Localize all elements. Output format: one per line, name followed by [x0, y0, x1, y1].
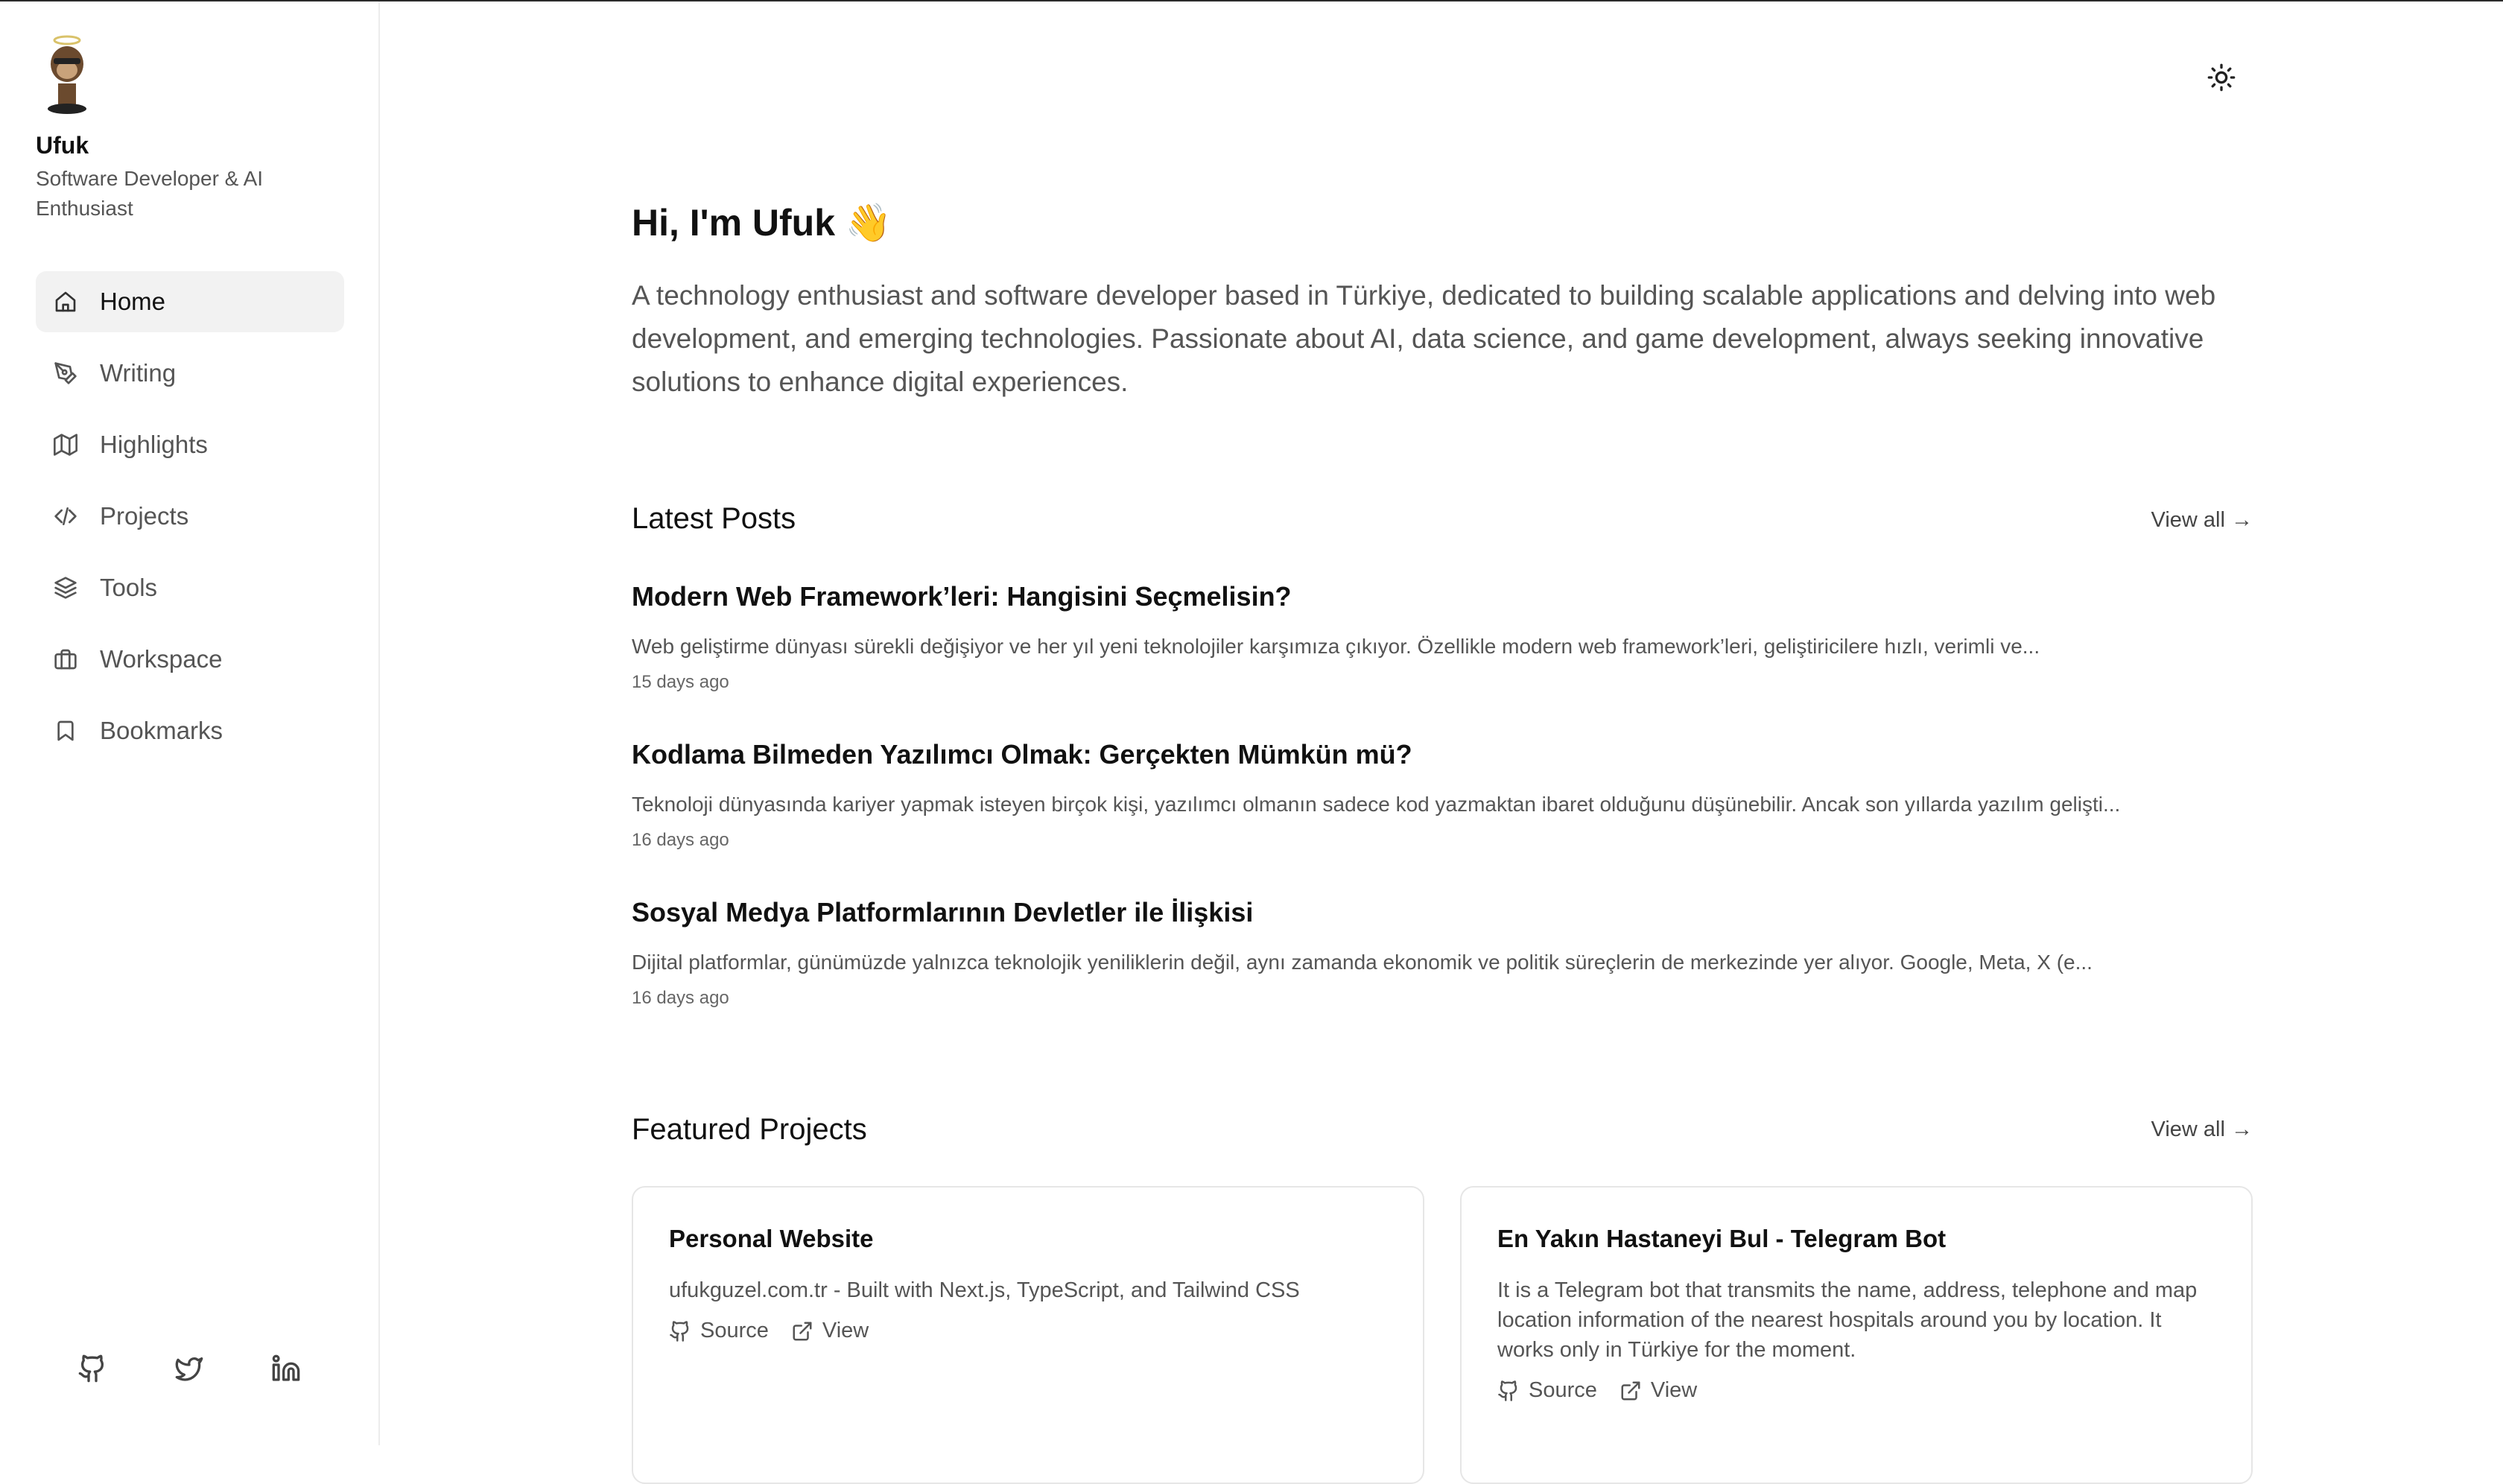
project-description: ufukguzel.com.tr - Built with Next.js, T… [669, 1278, 1300, 1302]
project-view-label: View [1650, 1378, 1698, 1402]
briefcase-icon [54, 649, 77, 670]
project-source-link[interactable]: Source [669, 1319, 769, 1343]
post-excerpt: Teknoloji dünyasında kariyer yapmak iste… [632, 793, 2121, 816]
hero-intro: A technology enthusiast and software dev… [632, 280, 2216, 397]
sidebar-item-home[interactable]: Home [36, 271, 344, 332]
sidebar-item-label: Tools [100, 574, 158, 601]
sidebar-item-bookmarks[interactable]: Bookmarks [36, 700, 344, 761]
bookmark-icon [57, 720, 74, 741]
sidebar-item-label: Home [100, 288, 166, 315]
project-title: Personal Website [669, 1225, 874, 1252]
profile-role: Software Developer & AI Enthusiast [36, 167, 264, 220]
home-icon [55, 291, 76, 312]
sidebar-item-highlights[interactable]: Highlights [36, 414, 344, 475]
project-source-link[interactable]: Source [1497, 1378, 1597, 1403]
social-links [77, 1354, 301, 1383]
list-item: Sosyal Medya Platformlarının Devletler i… [632, 897, 2253, 1009]
pen-icon [54, 362, 77, 384]
github-icon[interactable] [77, 1354, 107, 1383]
project-title: En Yakın Hastaneyi Bul - Telegram Bot [1497, 1225, 1947, 1252]
sidebar-item-label: Workspace [100, 645, 223, 673]
sidebar-item-label: Projects [100, 502, 189, 530]
project-source-label: Source [1529, 1378, 1597, 1402]
profile-name: Ufuk [36, 132, 89, 159]
post-excerpt: Web geliştirme dünyası sürekli değişiyor… [632, 635, 2040, 658]
sun-icon[interactable] [2207, 63, 2236, 92]
list-item: Modern Web Framework’leri: Hangisini Seç… [632, 581, 2253, 693]
project-view-link[interactable]: View [1620, 1378, 1697, 1403]
post-date: 16 days ago [632, 830, 729, 850]
linkedin-icon[interactable] [271, 1354, 301, 1383]
sidebar: Ufuk Software Developer & AI Enthusiast … [0, 1, 380, 1445]
external-link-icon [1621, 1381, 1640, 1400]
sidebar-nav: Home Writing Highlights Projects Tools W… [36, 271, 344, 772]
post-date: 15 days ago [632, 672, 729, 692]
layers-icon [54, 577, 77, 599]
sidebar-item-label: Bookmarks [100, 717, 223, 744]
sidebar-item-label: Highlights [100, 431, 208, 458]
project-card[interactable]: Personal Website ufukguzel.com.tr - Buil… [632, 1186, 1424, 1484]
post-title[interactable]: Sosyal Medya Platformlarının Devletler i… [632, 897, 2253, 928]
featured-projects-view-all-link[interactable]: View all → [2151, 1117, 2253, 1142]
latest-posts-title: Latest Posts [632, 502, 796, 535]
post-date: 16 days ago [632, 988, 729, 1008]
sidebar-item-workspace[interactable]: Workspace [36, 629, 344, 690]
project-source-label: Source [700, 1319, 769, 1342]
sidebar-item-label: Writing [100, 359, 177, 387]
sidebar-item-tools[interactable]: Tools [36, 557, 344, 618]
project-view-link[interactable]: View [791, 1319, 869, 1343]
github-icon [670, 1320, 689, 1342]
post-title[interactable]: Modern Web Framework’leri: Hangisini Seç… [632, 581, 2253, 612]
github-icon [1498, 1380, 1517, 1401]
project-card[interactable]: En Yakın Hastaneyi Bul - Telegram Bot It… [1460, 1186, 2253, 1484]
latest-posts-view-all-link[interactable]: View all → [2151, 508, 2253, 533]
map-icon [54, 434, 77, 456]
project-description: It is a Telegram bot that transmits the … [1497, 1278, 2198, 1362]
sidebar-item-writing[interactable]: Writing [36, 343, 344, 404]
ape-avatar-icon [48, 35, 86, 114]
sidebar-item-projects[interactable]: Projects [36, 486, 344, 547]
post-excerpt: Dijital platformlar, günümüzde yalnızca … [632, 951, 2093, 974]
external-link-icon [793, 1322, 812, 1340]
project-view-label: View [822, 1319, 869, 1342]
hero-title: Hi, I'm Ufuk 👋 [632, 202, 892, 244]
list-item: Kodlama Bilmeden Yazılımcı Olmak: Gerçek… [632, 739, 2253, 851]
post-title[interactable]: Kodlama Bilmeden Yazılımcı Olmak: Gerçek… [632, 739, 2253, 770]
featured-projects-title: Featured Projects [632, 1113, 867, 1146]
twitter-icon[interactable] [174, 1354, 204, 1383]
code-icon [54, 507, 77, 525]
